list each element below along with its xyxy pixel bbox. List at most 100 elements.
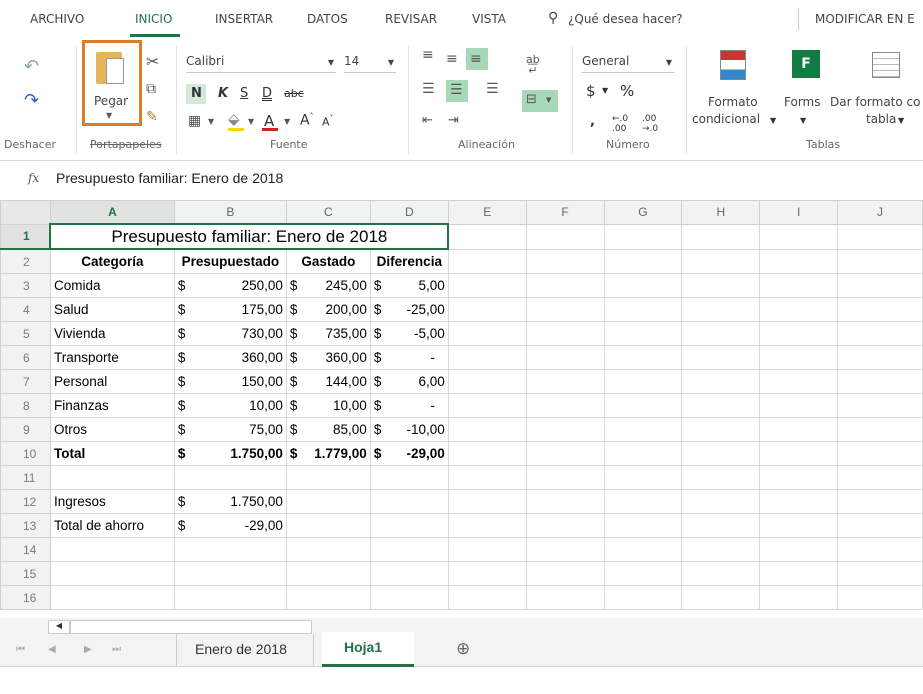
category-cell[interactable]: Salud (49, 297, 175, 322)
bold-button[interactable]: N (186, 84, 206, 104)
cell[interactable] (447, 369, 527, 394)
currency-button[interactable]: $ (586, 82, 596, 100)
spent-cell[interactable]: $735,00 (285, 321, 371, 346)
cell[interactable] (603, 489, 683, 514)
spent-cell[interactable]: $245,00 (285, 273, 371, 298)
borders-icon[interactable]: ▦ (188, 114, 201, 128)
difference-cell[interactable]: $ -25,00 (369, 297, 449, 322)
cell[interactable] (681, 393, 761, 418)
row-header-8[interactable]: 8 (0, 393, 51, 418)
cell[interactable] (681, 248, 761, 274)
cell[interactable] (681, 537, 761, 562)
cell[interactable] (447, 585, 527, 610)
cell[interactable] (759, 273, 839, 298)
column-header-g[interactable]: G (603, 200, 683, 225)
row-header-14[interactable]: 14 (0, 537, 51, 562)
chevron-down-icon[interactable]: ▼ (106, 112, 112, 120)
cell[interactable] (837, 297, 923, 322)
format-painter-icon[interactable]: ✎ (146, 110, 158, 124)
category-cell[interactable]: Ingresos (49, 489, 175, 514)
spent-cell[interactable] (285, 513, 371, 538)
cell[interactable] (603, 537, 683, 562)
tab-modificar[interactable]: MODIFICAR EN E (815, 12, 915, 26)
cell[interactable] (525, 513, 605, 538)
budgeted-cell[interactable]: $1.750,00 (173, 441, 287, 466)
cell[interactable] (759, 369, 839, 394)
column-header-d[interactable]: D (369, 200, 449, 225)
spent-cell[interactable] (285, 561, 371, 586)
cell[interactable] (759, 561, 839, 586)
align-bottom-button[interactable]: ≡ (466, 48, 488, 70)
cell[interactable] (759, 417, 839, 442)
cell[interactable] (525, 345, 605, 370)
cell[interactable] (525, 561, 605, 586)
cell[interactable] (759, 441, 839, 466)
align-center-button[interactable]: ☰ (446, 80, 468, 102)
decrease-indent-icon[interactable]: ⇤ (422, 114, 433, 127)
fill-color-icon[interactable]: ⬙ (228, 112, 240, 127)
cell[interactable] (681, 417, 761, 442)
cell[interactable] (525, 369, 605, 394)
spent-cell[interactable]: $200,00 (285, 297, 371, 322)
difference-cell[interactable] (369, 561, 449, 586)
budgeted-cell[interactable]: $150,00 (173, 369, 287, 394)
difference-cell[interactable]: $5,00 (369, 273, 449, 298)
cell[interactable] (525, 393, 605, 418)
increase-indent-icon[interactable]: ⇥ (448, 114, 459, 127)
spent-cell[interactable] (285, 465, 371, 490)
cell[interactable] (759, 248, 839, 274)
decrease-font-icon[interactable]: A˅ (322, 114, 334, 129)
cell[interactable] (837, 489, 923, 514)
cell[interactable] (837, 465, 923, 490)
cell[interactable] (837, 441, 923, 466)
cell[interactable] (525, 417, 605, 442)
chevron-down-icon[interactable]: ▼ (284, 118, 290, 126)
budgeted-cell[interactable]: $175,00 (173, 297, 287, 322)
row-header-6[interactable]: 6 (0, 345, 51, 370)
row-header-16[interactable]: 16 (0, 585, 51, 610)
cell[interactable] (447, 489, 527, 514)
cell[interactable] (447, 537, 527, 562)
row-header-9[interactable]: 9 (0, 417, 51, 442)
forms-label[interactable]: Forms (784, 95, 820, 109)
cell[interactable] (759, 465, 839, 490)
category-cell[interactable]: Transporte (49, 345, 175, 370)
budgeted-cell[interactable]: $75,00 (173, 417, 287, 442)
cell[interactable] (447, 513, 527, 538)
cell[interactable] (447, 561, 527, 586)
category-cell[interactable]: Finanzas (49, 393, 175, 418)
cell[interactable] (837, 369, 923, 394)
cell[interactable] (837, 417, 923, 442)
select-all-corner[interactable] (0, 200, 51, 225)
cell[interactable] (681, 513, 761, 538)
cell[interactable] (837, 513, 923, 538)
last-sheet-icon[interactable]: ⏭ (112, 644, 121, 655)
cell[interactable] (447, 393, 527, 418)
cell[interactable] (759, 223, 839, 250)
merge-center-button[interactable]: ⊟ ▼ (522, 90, 558, 112)
cell[interactable] (681, 585, 761, 610)
cell[interactable] (603, 369, 683, 394)
underline-button[interactable]: S (240, 86, 248, 101)
tab-archivo[interactable]: ARCHIVO (30, 12, 84, 26)
title-cell[interactable]: Presupuesto familiar: Enero de 2018 (49, 223, 450, 250)
spent-cell[interactable]: $85,00 (285, 417, 371, 442)
cell[interactable] (759, 321, 839, 346)
column-header-e[interactable]: E (447, 200, 527, 225)
cell[interactable] (525, 585, 605, 610)
cell[interactable] (447, 441, 527, 466)
cell[interactable] (681, 297, 761, 322)
category-cell[interactable]: Comida (49, 273, 175, 298)
row-header-4[interactable]: 4 (0, 297, 51, 322)
spent-cell[interactable]: $360,00 (285, 345, 371, 370)
cell[interactable] (681, 223, 761, 250)
cell[interactable] (525, 297, 605, 322)
spent-cell[interactable]: $144,00 (285, 369, 371, 394)
comma-style-icon[interactable]: , (590, 114, 595, 129)
budgeted-cell[interactable]: $1.750,00 (173, 489, 287, 514)
align-left-icon[interactable]: ☰ (422, 82, 435, 96)
category-cell[interactable] (49, 537, 175, 562)
strikethrough-button[interactable]: abc (284, 87, 304, 100)
cell[interactable] (603, 297, 683, 322)
difference-cell[interactable]: $ - (369, 393, 449, 418)
